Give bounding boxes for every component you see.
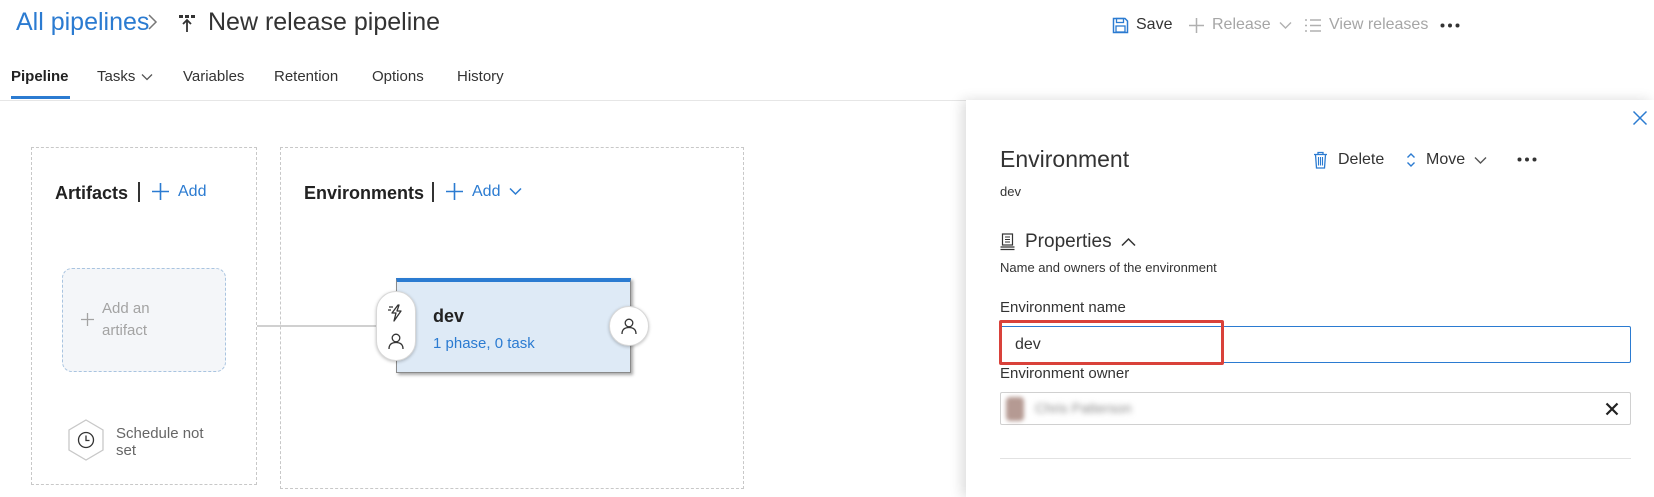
up-down-arrow-icon: [1407, 153, 1415, 167]
list-icon: [1305, 18, 1321, 32]
active-tab-indicator: [11, 96, 70, 99]
title-separator: [432, 182, 434, 202]
schedule-text: Schedule not set: [116, 425, 204, 459]
environment-card-name: dev: [433, 306, 465, 326]
panel-subtitle: dev: [1000, 184, 1021, 199]
view-releases-label: View releases: [1329, 16, 1429, 33]
plus-icon: [80, 312, 95, 327]
chevron-right-icon: [146, 13, 158, 31]
properties-icon: [1000, 233, 1015, 251]
environment-name-input[interactable]: [1000, 326, 1631, 363]
add-artifact-line1: Add an: [102, 300, 150, 317]
add-environment-label: Add: [472, 182, 501, 200]
plus-icon: [1189, 17, 1204, 33]
post-deployment-approver-icon: [620, 317, 638, 335]
add-artifact-text: Add an artifact: [102, 298, 150, 342]
delete-button[interactable]: Delete: [1313, 151, 1384, 169]
more-options-icon[interactable]: [1440, 23, 1460, 28]
breadcrumb-all-pipelines[interactable]: All pipelines: [16, 8, 149, 37]
plus-icon: [446, 183, 463, 200]
environment-name-label: Environment name: [1000, 299, 1126, 316]
tab-retention[interactable]: Retention: [274, 68, 338, 85]
pre-deployment-approver-icon[interactable]: [387, 332, 405, 350]
add-artifact-line2: artifact: [102, 322, 148, 339]
chevron-down-icon: [1279, 21, 1292, 29]
tab-options[interactable]: Options: [372, 68, 424, 85]
chevron-up-icon: [1121, 237, 1136, 247]
artifacts-title: Artifacts: [55, 183, 129, 203]
avatar: [1006, 397, 1024, 421]
page-title: New release pipeline: [208, 8, 441, 36]
release-button[interactable]: Release: [1188, 16, 1299, 34]
add-artifact-button[interactable]: Add: [151, 182, 206, 201]
panel-divider: [1000, 458, 1631, 459]
owner-name: Chris Patterson: [1035, 400, 1132, 416]
header-divider: [0, 100, 966, 101]
add-environment-button[interactable]: Add: [445, 182, 522, 201]
panel-more-options-icon[interactable]: [1517, 157, 1537, 162]
properties-label: Properties: [1025, 231, 1112, 252]
close-icon[interactable]: [1632, 110, 1648, 126]
add-artifact-label: Add: [178, 182, 207, 200]
view-releases-button[interactable]: View releases: [1304, 16, 1428, 34]
properties-description: Name and owners of the environment: [1000, 260, 1217, 275]
environment-card-dev[interactable]: [396, 278, 631, 373]
save-icon: [1112, 17, 1129, 33]
schedule-line2: set: [116, 442, 137, 459]
trash-icon: [1314, 151, 1327, 169]
delete-label: Delete: [1338, 151, 1385, 168]
title-separator: [138, 182, 140, 202]
release-pipeline-icon: [178, 14, 196, 34]
trigger-lightning-icon[interactable]: [387, 304, 405, 322]
tab-tasks-label: Tasks: [97, 68, 136, 85]
schedule-button[interactable]: [66, 418, 106, 462]
clear-owner-icon[interactable]: [1605, 402, 1619, 416]
save-label: Save: [1136, 16, 1173, 33]
panel-title: Environment: [1000, 146, 1130, 172]
move-label: Move: [1426, 151, 1466, 168]
environment-card-summary[interactable]: 1 phase, 0 task: [433, 335, 535, 352]
clock-icon: [68, 419, 104, 461]
tab-variables[interactable]: Variables: [183, 68, 244, 85]
tab-history[interactable]: History: [457, 68, 504, 85]
move-button[interactable]: Move: [1406, 151, 1487, 169]
tab-tasks[interactable]: Tasks: [97, 68, 153, 85]
chevron-down-icon: [509, 187, 522, 196]
pre-deployment-conditions: [376, 291, 416, 361]
pipeline-connector: [257, 325, 377, 327]
release-label: Release: [1212, 16, 1271, 33]
tab-pipeline[interactable]: Pipeline: [11, 68, 69, 85]
environments-title: Environments: [304, 183, 425, 203]
chevron-down-icon: [141, 73, 153, 80]
environment-owner-label: Environment owner: [1000, 365, 1130, 382]
properties-section-toggle[interactable]: Properties: [1000, 231, 1136, 253]
chevron-down-icon: [1474, 156, 1487, 164]
schedule-line1: Schedule not: [116, 425, 204, 442]
plus-icon: [152, 183, 169, 200]
save-button[interactable]: Save: [1112, 16, 1172, 34]
